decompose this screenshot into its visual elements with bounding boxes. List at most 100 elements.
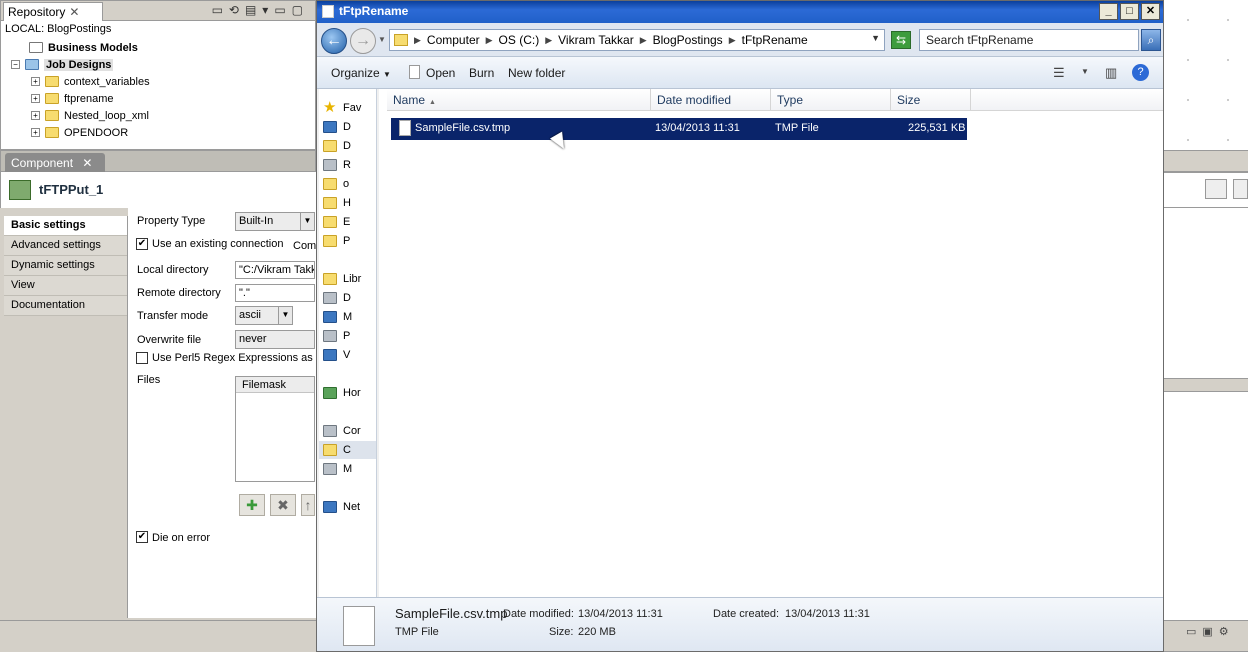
- repository-toolbar-icons[interactable]: ▭⟲▤▾▭▢: [212, 3, 309, 17]
- perspective-switcher-icons[interactable]: ▭▣⚙: [1186, 625, 1235, 638]
- refresh-icon[interactable]: ⇆: [891, 31, 911, 49]
- chevron-down-icon[interactable]: ▼: [871, 33, 880, 43]
- nav-item[interactable]: Net: [323, 498, 360, 516]
- die-on-error-checkbox[interactable]: ✔: [136, 531, 148, 543]
- chevron-right-icon[interactable]: ▶: [640, 35, 647, 46]
- breadcrumb-blogpostings[interactable]: BlogPostings: [653, 33, 723, 47]
- component-tab[interactable]: Component ✕: [5, 153, 105, 173]
- chevron-right-icon[interactable]: ▶: [729, 35, 736, 46]
- nav-item[interactable]: D: [323, 118, 351, 136]
- sort-ascending-icon: ▲: [429, 99, 436, 106]
- repository-tab[interactable]: Repository ✕: [3, 2, 103, 21]
- nav-item[interactable]: M: [323, 460, 352, 478]
- nav-item-label: M: [343, 311, 353, 323]
- property-type-select[interactable]: Built-In ▼: [235, 212, 315, 231]
- chevron-right-icon[interactable]: ▶: [545, 35, 552, 46]
- nav-item[interactable]: R: [323, 156, 351, 174]
- column-date-modified[interactable]: Date modified: [651, 89, 771, 111]
- tree-item-opendoor[interactable]: + OPENDOOR: [31, 124, 128, 141]
- tab-view[interactable]: View: [4, 276, 127, 296]
- chevron-down-icon[interactable]: ▼: [300, 213, 314, 230]
- nav-item[interactable]: M: [323, 308, 352, 326]
- expand-icon[interactable]: +: [31, 128, 40, 137]
- remote-directory-input[interactable]: ".": [235, 284, 315, 302]
- files-table[interactable]: Filemask: [235, 376, 315, 482]
- nav-item[interactable]: Hor: [323, 384, 361, 402]
- nav-item[interactable]: Libr: [323, 270, 361, 288]
- help-icon[interactable]: ?: [1132, 64, 1149, 81]
- expand-icon[interactable]: +: [31, 111, 40, 120]
- column-name[interactable]: Name ▲: [387, 89, 651, 111]
- expand-icon[interactable]: +: [31, 94, 40, 103]
- explorer-title-bar[interactable]: tFtpRename _ □ ✕: [317, 1, 1163, 23]
- nav-item[interactable]: Cor: [323, 422, 361, 440]
- close-button[interactable]: ✕: [1141, 3, 1160, 20]
- nav-item[interactable]: P: [323, 327, 350, 345]
- tab-dynamic-settings[interactable]: Dynamic settings: [4, 256, 127, 276]
- address-bar[interactable]: ▶ Computer ▶ OS (C:) ▶ Vikram Takkar ▶ B…: [389, 29, 885, 51]
- organize-button[interactable]: Organize ▼: [331, 66, 391, 80]
- burn-button[interactable]: Burn: [469, 66, 494, 80]
- list-layout-icon[interactable]: [1233, 179, 1248, 199]
- recent-pages-dropdown-icon[interactable]: ▼: [378, 35, 386, 44]
- forward-arrow-icon[interactable]: →: [350, 28, 376, 54]
- maximize-button[interactable]: □: [1120, 3, 1139, 20]
- chevron-down-icon[interactable]: ▼: [1081, 67, 1089, 76]
- tab-advanced-settings[interactable]: Advanced settings: [4, 236, 127, 256]
- tree-item-context-variables[interactable]: + context_variables: [31, 73, 150, 90]
- nav-item[interactable]: C: [323, 441, 351, 459]
- chevron-right-icon[interactable]: ▶: [414, 35, 421, 46]
- tree-item-ftprename[interactable]: + ftprename: [31, 90, 114, 107]
- layout-icon[interactable]: [1205, 179, 1227, 199]
- nav-item[interactable]: o: [323, 175, 349, 193]
- nav-item[interactable]: P: [323, 232, 350, 250]
- transfer-mode-select[interactable]: ascii ▼: [235, 306, 293, 325]
- expand-icon[interactable]: +: [31, 77, 40, 86]
- nav-item-label: E: [343, 216, 351, 228]
- move-up-button[interactable]: ↑: [301, 494, 315, 516]
- column-size[interactable]: Size: [891, 89, 971, 111]
- overwrite-file-select[interactable]: never: [235, 330, 315, 349]
- open-button[interactable]: Open: [426, 66, 455, 80]
- search-icon[interactable]: ⌕: [1141, 29, 1161, 51]
- remove-row-button[interactable]: ✖: [270, 494, 296, 516]
- file-row-samplefile[interactable]: SampleFile.csv.tmp 13/04/2013 11:31 TMP …: [391, 118, 967, 140]
- minimize-button[interactable]: _: [1099, 3, 1118, 20]
- use-existing-connection-checkbox[interactable]: ✔: [136, 238, 148, 250]
- nav-item[interactable]: ★ Fav: [323, 99, 361, 117]
- back-arrow-icon[interactable]: ←: [321, 28, 347, 54]
- filemask-column-header[interactable]: Filemask: [236, 377, 314, 393]
- chevron-down-icon[interactable]: ▼: [278, 307, 292, 324]
- add-row-button[interactable]: ✚: [239, 494, 265, 516]
- collapse-icon[interactable]: −: [11, 60, 20, 69]
- perl-regex-checkbox[interactable]: [136, 352, 148, 364]
- column-type[interactable]: Type: [771, 89, 891, 111]
- tree-item-label: OPENDOOR: [64, 126, 129, 139]
- nav-item[interactable]: H: [323, 194, 351, 212]
- tab-basic-settings[interactable]: Basic settings: [4, 216, 127, 236]
- breadcrumb-tftprename[interactable]: tFtpRename: [742, 33, 808, 47]
- search-input[interactable]: Search tFtpRename: [919, 29, 1139, 51]
- close-icon[interactable]: ✕: [82, 156, 92, 170]
- tree-item-job-designs[interactable]: − Job Designs: [11, 56, 114, 73]
- nav-item[interactable]: V: [323, 346, 350, 364]
- new-folder-button[interactable]: New folder: [508, 66, 565, 80]
- breadcrumb-computer[interactable]: Computer: [427, 33, 480, 47]
- command-bar: Organize ▼ Open Burn New folder ☰ ▼ ▥ ?: [317, 57, 1163, 89]
- breadcrumb-os-c[interactable]: OS (C:): [499, 33, 540, 47]
- details-file-name: SampleFile.csv.tmp: [395, 606, 508, 621]
- preview-pane-icon[interactable]: ▥: [1105, 65, 1117, 81]
- breadcrumb-vikram-takkar[interactable]: Vikram Takkar: [558, 33, 634, 47]
- nav-item[interactable]: E: [323, 213, 350, 231]
- nav-item[interactable]: D: [323, 289, 351, 307]
- local-directory-input[interactable]: "C:/Vikram Takk: [235, 261, 315, 279]
- tab-documentation[interactable]: Documentation: [4, 296, 127, 316]
- change-view-icon[interactable]: ☰: [1053, 65, 1065, 81]
- chevron-right-icon[interactable]: ▶: [486, 35, 493, 46]
- tree-item-nested-loop-xml[interactable]: + Nested_loop_xml: [31, 107, 149, 124]
- close-icon[interactable]: ✕: [69, 5, 79, 19]
- component-side-tabs: Basic settings Advanced settings Dynamic…: [4, 216, 128, 618]
- folder-icon: [323, 140, 337, 152]
- tree-item-business-models[interactable]: Business Models: [29, 39, 138, 56]
- nav-item[interactable]: D: [323, 137, 351, 155]
